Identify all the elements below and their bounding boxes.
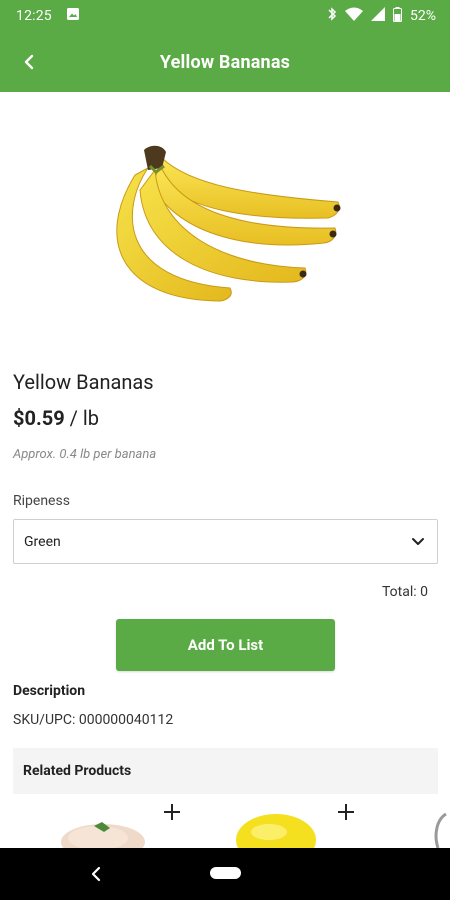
approx-weight-note: Approx. 0.4 lb per banana bbox=[13, 447, 157, 462]
back-arrow-icon bbox=[24, 54, 34, 70]
lemon-image[interactable] bbox=[233, 812, 323, 848]
cell-signal-icon bbox=[371, 7, 385, 25]
back-button[interactable] bbox=[12, 46, 48, 78]
app-bar: Yellow Bananas bbox=[0, 32, 450, 92]
add-to-list-button[interactable]: Add To List bbox=[116, 619, 335, 671]
status-left: 12:25 bbox=[16, 7, 80, 25]
nav-home-pill[interactable] bbox=[210, 867, 241, 879]
bluetooth-icon bbox=[327, 6, 337, 26]
sku-text: SKU/UPC: 000000040112 bbox=[13, 712, 174, 728]
plus-icon[interactable] bbox=[334, 800, 358, 824]
product-detail-screen: 12:25 52% Yellow Bananas Yellow Bananas … bbox=[0, 0, 450, 900]
bananas-image bbox=[116, 145, 341, 302]
status-time: 12:25 bbox=[16, 8, 52, 24]
total-count: Total: 0 bbox=[382, 584, 428, 600]
description-heading: Description bbox=[13, 683, 86, 699]
product-name: Yellow Bananas bbox=[13, 370, 154, 394]
chevron-down-icon bbox=[412, 537, 424, 545]
battery-percent: 52% bbox=[410, 8, 436, 24]
nav-back-icon[interactable] bbox=[84, 864, 108, 884]
image-icon bbox=[66, 7, 80, 25]
price-amount: $0.59 bbox=[13, 406, 65, 430]
ripeness-label: Ripeness bbox=[13, 493, 70, 509]
status-right: 52% bbox=[327, 6, 436, 26]
ripeness-dropdown[interactable]: Green bbox=[13, 519, 438, 564]
plus-icon[interactable] bbox=[160, 800, 184, 824]
ripeness-selected-value: Green bbox=[24, 533, 61, 550]
battery-icon bbox=[393, 6, 402, 26]
partial-product-image[interactable] bbox=[424, 812, 450, 848]
related-products-heading: Related Products bbox=[23, 763, 132, 779]
status-bar: 12:25 52% bbox=[0, 0, 450, 32]
page-title: Yellow Bananas bbox=[159, 51, 291, 73]
related-products-header: Related Products bbox=[13, 748, 438, 794]
chicken-breast-image[interactable] bbox=[58, 812, 148, 848]
wifi-icon bbox=[345, 7, 363, 25]
price: $0.59 / lb bbox=[13, 406, 99, 430]
system-nav-bar bbox=[0, 848, 450, 900]
price-unit: / lb bbox=[64, 406, 99, 430]
